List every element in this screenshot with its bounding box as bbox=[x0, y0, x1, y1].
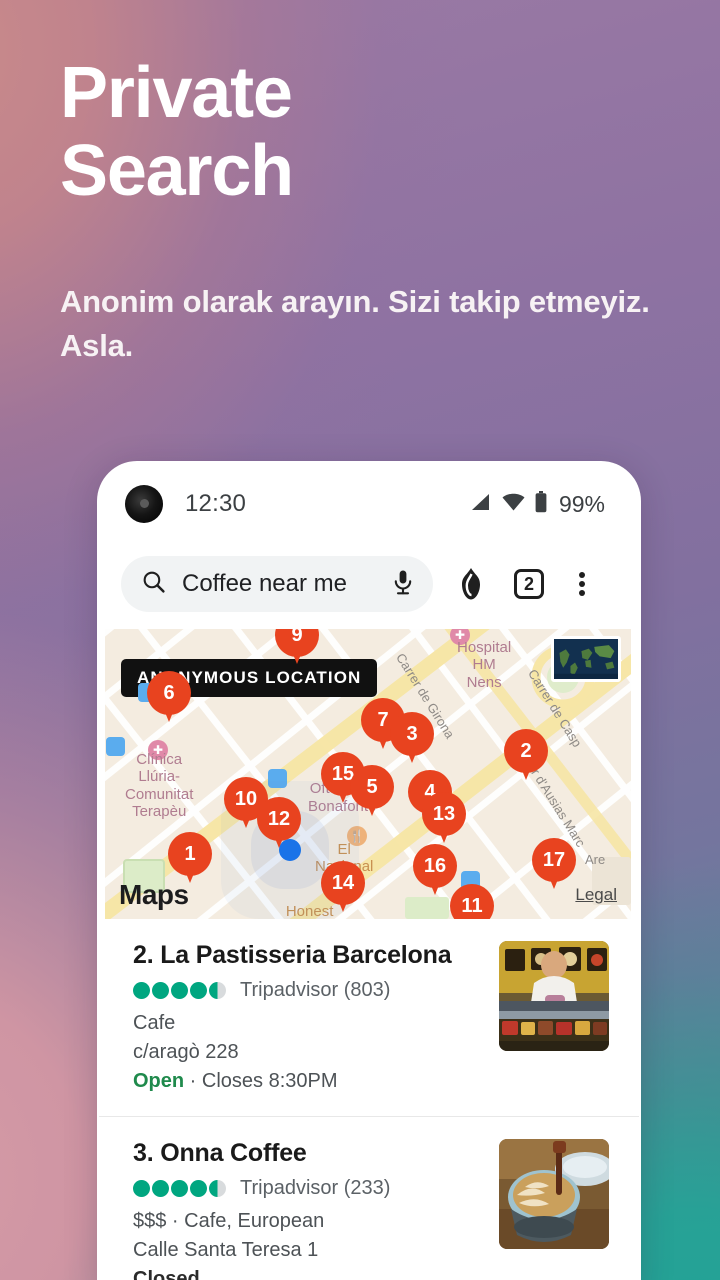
map-widget[interactable]: ANONYMOUS LOCATION ✚ ✚ 🍴 Hospital HM Nen… bbox=[105, 629, 631, 919]
map-pin-label: 13 bbox=[422, 792, 466, 836]
front-camera-icon bbox=[125, 485, 163, 523]
map-pin-label: 9 bbox=[275, 629, 319, 657]
status-detail: · Closes 8:30PM bbox=[184, 1070, 338, 1092]
map-pin-9[interactable]: 9 bbox=[275, 629, 319, 664]
status-clock: 12:30 bbox=[185, 490, 247, 517]
result-thumbnail[interactable] bbox=[499, 1139, 609, 1249]
menu-dot bbox=[579, 581, 585, 587]
map-pin-label: 1 bbox=[168, 832, 212, 876]
result-rating: Tripadvisor (803) bbox=[133, 979, 477, 1002]
rating-circle bbox=[171, 982, 188, 999]
map-pin-label: 3 bbox=[390, 712, 434, 756]
result-body: 2. La Pastisseria Barcelona Tripadvisor (… bbox=[133, 941, 477, 1096]
rating-circle bbox=[152, 1180, 169, 1197]
search-icon bbox=[141, 569, 166, 599]
result-open-status: Closed bbox=[133, 1265, 477, 1280]
map-pin-17[interactable]: 17 bbox=[532, 838, 576, 889]
rating-circles bbox=[133, 1180, 226, 1197]
map-pin-label: 6 bbox=[147, 671, 191, 715]
map-pin-14[interactable]: 14 bbox=[321, 861, 365, 912]
flame-icon[interactable] bbox=[447, 560, 495, 608]
result-body: 3. Onna Coffee Tripadvisor (233) $$$ · Caf… bbox=[133, 1139, 477, 1280]
map-pin-1[interactable]: 1 bbox=[168, 832, 212, 883]
map-label: Are bbox=[585, 852, 606, 867]
more-vertical-icon[interactable] bbox=[561, 560, 603, 608]
map-pin-5[interactable]: 5 bbox=[350, 765, 394, 816]
rating-circle bbox=[190, 982, 207, 999]
map-pin-3[interactable]: 3 bbox=[390, 712, 434, 763]
transit-poi-icon bbox=[106, 737, 125, 756]
rating-source: Tripadvisor (803) bbox=[240, 979, 391, 1001]
menu-dot bbox=[579, 590, 585, 596]
battery-icon bbox=[535, 490, 547, 518]
headline-line-2: Search bbox=[60, 130, 294, 211]
search-result-item[interactable]: 2. La Pastisseria Barcelona Tripadvisor (… bbox=[99, 919, 639, 1117]
rating-circles bbox=[133, 982, 226, 999]
rating-circle bbox=[209, 1180, 226, 1197]
tab-switcher-button[interactable]: 2 bbox=[505, 560, 553, 608]
search-result-item[interactable]: 3. Onna Coffee Tripadvisor (233) $$$ · Caf… bbox=[99, 1117, 639, 1280]
apple-maps-attribution: Maps bbox=[117, 879, 189, 911]
rating-circle bbox=[190, 1180, 207, 1197]
map-pin-label: 5 bbox=[350, 765, 394, 809]
status-indicators: 99% bbox=[468, 490, 605, 518]
battery-percentage: 99% bbox=[558, 490, 605, 517]
map-pin-label: 16 bbox=[413, 844, 457, 888]
map-pin-label: 11 bbox=[450, 884, 494, 919]
menu-dot bbox=[579, 572, 585, 578]
result-title[interactable]: 3. Onna Coffee bbox=[133, 1139, 477, 1168]
result-category: Cafe bbox=[133, 1012, 176, 1034]
world-map-inset-icon[interactable] bbox=[551, 636, 621, 682]
rating-circle bbox=[133, 1180, 150, 1197]
headline-line-1: Private bbox=[60, 53, 293, 133]
rating-circle bbox=[171, 1180, 188, 1197]
map-pin-label: 14 bbox=[321, 861, 365, 905]
map-pin-6[interactable]: 6 bbox=[147, 671, 191, 722]
status-bar: 12:30 99% bbox=[97, 461, 641, 547]
map-label: Honest Greens bbox=[285, 903, 334, 919]
result-title[interactable]: 2. La Pastisseria Barcelona bbox=[133, 941, 477, 970]
map-pin-16[interactable]: 16 bbox=[413, 844, 457, 895]
map-pin-label: 12 bbox=[257, 797, 301, 841]
result-thumbnail[interactable] bbox=[499, 941, 609, 1051]
result-open-status: Open · Closes 8:30PM bbox=[133, 1067, 477, 1096]
rating-circle bbox=[209, 982, 226, 999]
search-results-list: 2. La Pastisseria Barcelona Tripadvisor (… bbox=[97, 919, 641, 1280]
map-pin-2[interactable]: 2 bbox=[504, 729, 548, 780]
legal-link[interactable]: Legal bbox=[575, 885, 617, 905]
wifi-icon bbox=[501, 492, 526, 517]
rating-circle bbox=[152, 982, 169, 999]
hero-subtitle: Anonim olarak arayın. Sizi takip etmeyiz… bbox=[60, 284, 650, 364]
tab-count-label: 2 bbox=[514, 569, 544, 599]
rating-source: Tripadvisor (233) bbox=[240, 1177, 391, 1199]
transit-poi-icon bbox=[268, 769, 287, 788]
map-label: Hospital HM Nens bbox=[457, 639, 512, 691]
microphone-icon[interactable] bbox=[391, 569, 415, 600]
map-pin-label: 17 bbox=[532, 838, 576, 882]
map-pin-label: 2 bbox=[504, 729, 548, 773]
map-label: Clínica Llúria- Comunitat Terapèu bbox=[125, 751, 194, 820]
map-pin-13[interactable]: 13 bbox=[422, 792, 466, 843]
rating-circle bbox=[133, 982, 150, 999]
search-bar[interactable]: Coffee near me bbox=[121, 556, 433, 612]
search-input[interactable]: Coffee near me bbox=[182, 570, 391, 598]
maps-label: Maps bbox=[119, 879, 189, 910]
map-pin-11[interactable]: 11 bbox=[450, 884, 494, 919]
map-pin-12[interactable]: 12 bbox=[257, 797, 301, 848]
signal-icon bbox=[468, 492, 492, 517]
status-word: Closed bbox=[133, 1268, 200, 1280]
phone-mockup: 12:30 99% Coffee near me 2 ANONYMOUS LOC… bbox=[97, 461, 641, 1280]
result-address: c/aragò 228 bbox=[133, 1041, 239, 1063]
hero-headline: Private Search bbox=[60, 53, 680, 211]
status-word: Open bbox=[133, 1070, 185, 1092]
result-rating: Tripadvisor (233) bbox=[133, 1177, 477, 1200]
browser-toolbar: Coffee near me 2 bbox=[97, 547, 641, 621]
result-category: $$$ · Cafe, European bbox=[133, 1210, 325, 1232]
result-address: Calle Santa Teresa 1 bbox=[133, 1239, 319, 1261]
